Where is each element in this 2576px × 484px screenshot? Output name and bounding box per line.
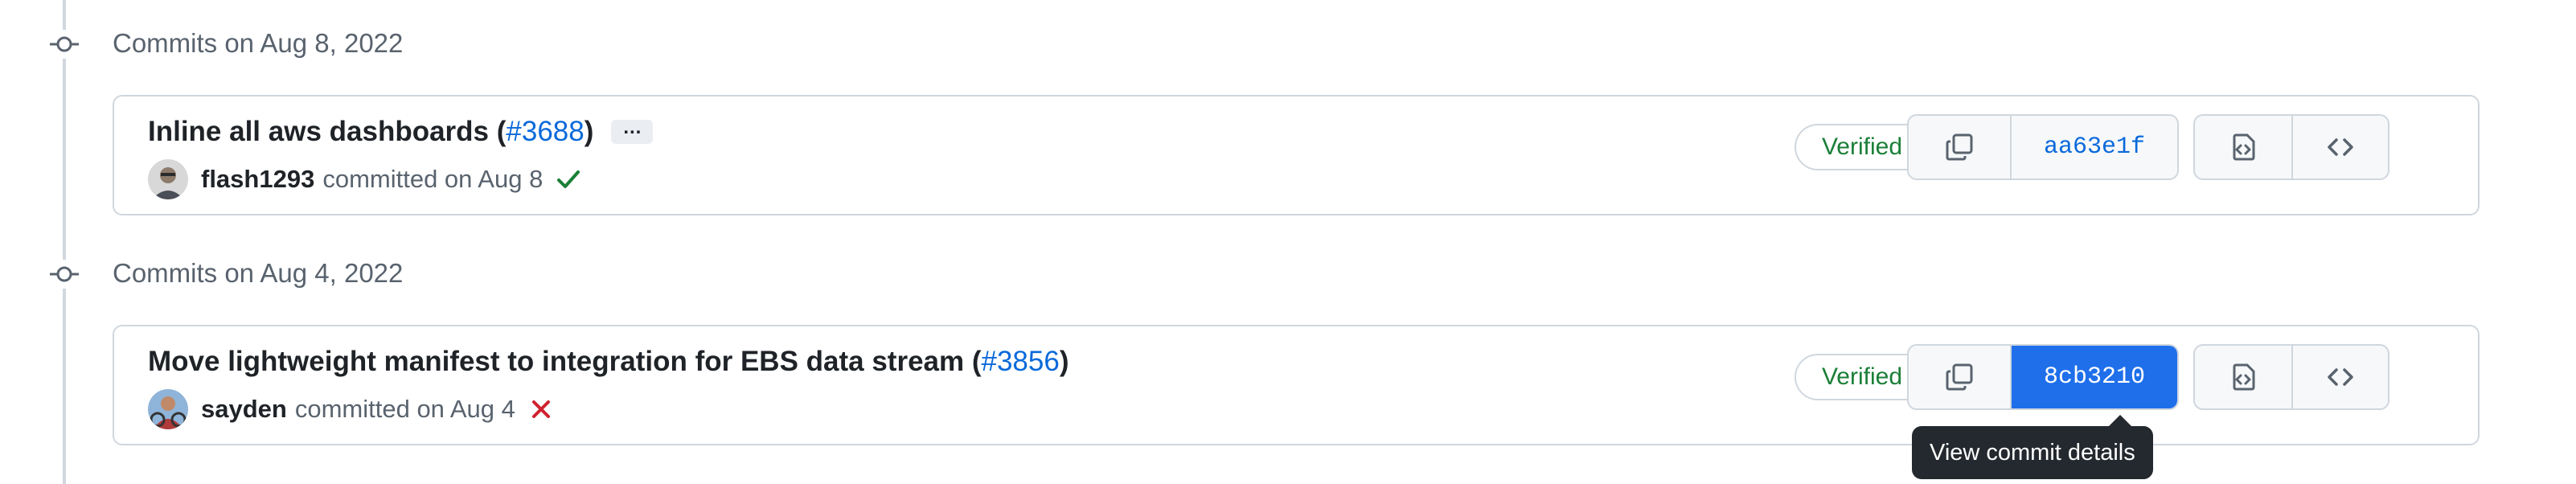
commit-meta: flash1293 committed on Aug 8 xyxy=(148,159,583,199)
commit-row: Inline all aws dashboards (#3688) … flas… xyxy=(113,95,2480,215)
x-icon[interactable] xyxy=(527,395,556,424)
expand-message-button[interactable]: … xyxy=(611,118,654,144)
group-heading: Commits on Aug 4, 2022 xyxy=(113,258,404,288)
code-icon xyxy=(2328,368,2353,386)
browse-repo-button[interactable] xyxy=(2195,116,2291,178)
copy-icon xyxy=(1946,133,1973,161)
author-link[interactable]: sayden xyxy=(201,395,287,424)
file-code-icon xyxy=(2233,363,2255,391)
file-code-icon xyxy=(2233,133,2255,161)
commit-title: Move lightweight manifest to integration… xyxy=(148,344,1069,379)
pr-link[interactable]: #3856 xyxy=(982,344,1060,379)
git-commit-icon xyxy=(50,260,79,289)
commit-meta-text: committed on Aug 8 xyxy=(322,165,544,193)
commit-title: Inline all aws dashboards (#3688) … xyxy=(148,114,654,150)
check-icon[interactable] xyxy=(554,165,583,194)
author-link[interactable]: flash1293 xyxy=(201,165,314,194)
copy-sha-button[interactable] xyxy=(1909,116,2010,178)
copy-sha-button[interactable] xyxy=(1909,346,2010,408)
avatar[interactable] xyxy=(148,159,188,199)
commit-sha: 8cb3210 xyxy=(2043,363,2146,391)
copy-sha-group: 8cb3210 xyxy=(1907,344,2179,410)
view-code-button[interactable] xyxy=(2291,116,2388,178)
commit-sha: aa63e1f xyxy=(2043,133,2146,161)
commit-message-link[interactable]: Inline all aws dashboards ( xyxy=(148,114,506,150)
commit-meta: sayden committed on Aug 4 xyxy=(148,389,556,429)
commit-title-end: ) xyxy=(584,116,594,147)
commit-message-link[interactable]: Move lightweight manifest to integration… xyxy=(148,344,982,379)
browse-group xyxy=(2193,114,2389,180)
copy-sha-group: aa63e1f xyxy=(1907,114,2179,180)
commit-meta-text: committed on Aug 4 xyxy=(294,395,515,423)
copy-icon xyxy=(1946,363,1973,391)
browse-repo-button[interactable] xyxy=(2195,346,2291,408)
pr-link[interactable]: #3688 xyxy=(506,114,584,150)
avatar[interactable] xyxy=(148,389,188,429)
code-icon xyxy=(2328,138,2353,156)
commit-title-end: ) xyxy=(1059,346,1069,377)
browse-group xyxy=(2193,344,2389,410)
timeline-line xyxy=(63,0,66,484)
view-code-button[interactable] xyxy=(2291,346,2388,408)
commit-sha-link[interactable]: 8cb3210 xyxy=(2010,346,2177,408)
git-commit-icon xyxy=(50,30,79,59)
group-heading: Commits on Aug 8, 2022 xyxy=(113,28,404,58)
commit-sha-link[interactable]: aa63e1f xyxy=(2010,116,2177,178)
tooltip: View commit details xyxy=(1912,415,2153,479)
